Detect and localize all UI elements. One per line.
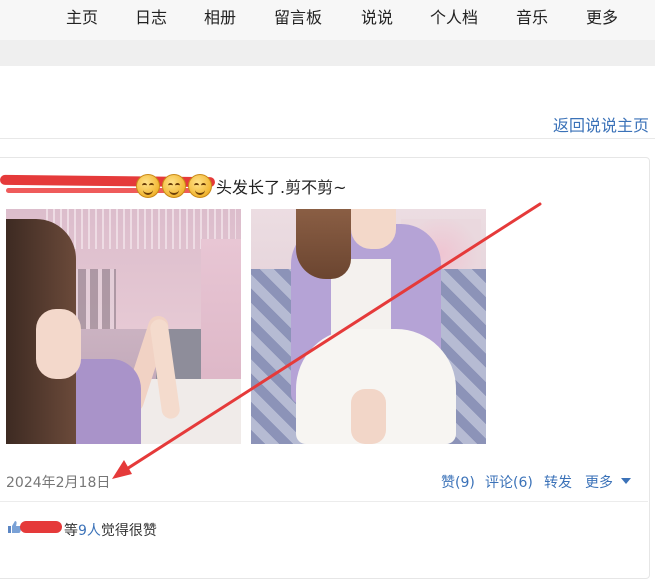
divider: [0, 138, 655, 139]
post-photo-1[interactable]: [6, 209, 241, 444]
nav-music[interactable]: 音乐: [516, 4, 548, 28]
more-button[interactable]: 更多: [585, 472, 613, 492]
comment-button[interactable]: 评论(6): [485, 472, 533, 492]
chevron-down-icon[interactable]: [621, 478, 631, 484]
nav-blog[interactable]: 日志: [135, 4, 167, 28]
nav-guestbook[interactable]: 留言板: [274, 4, 322, 28]
back-to-shuoshuo-link[interactable]: 返回说说主页: [553, 112, 649, 136]
like-button[interactable]: 赞(9): [441, 472, 475, 492]
smile-emoji-icon: [188, 174, 212, 198]
divider: [0, 501, 648, 502]
smile-emoji-icon: [162, 174, 186, 198]
nav-profile[interactable]: 个人档: [430, 4, 478, 28]
top-nav: 主页 日志 相册 留言板 说说 个人档 音乐 更多: [0, 0, 655, 40]
nav-home[interactable]: 主页: [66, 4, 98, 28]
post-date: 2024年2月18日: [6, 475, 111, 491]
likes-count-link[interactable]: 9人: [78, 523, 101, 539]
likes-suffix: 觉得很赞: [100, 523, 157, 539]
redaction-mark: [20, 521, 62, 533]
nav-more[interactable]: 更多: [586, 4, 618, 28]
post-photo-2[interactable]: [251, 209, 486, 444]
post-text: 头发长了.剪不剪~: [216, 178, 347, 197]
likes-prefix: 等: [64, 523, 78, 539]
smile-emoji-icon: [136, 174, 160, 198]
header-band: [0, 40, 655, 66]
repost-button[interactable]: 转发: [544, 472, 572, 492]
nav-album[interactable]: 相册: [204, 4, 236, 28]
likes-summary: 等9人觉得很赞: [64, 520, 157, 540]
nav-shuoshuo[interactable]: 说说: [361, 4, 393, 28]
